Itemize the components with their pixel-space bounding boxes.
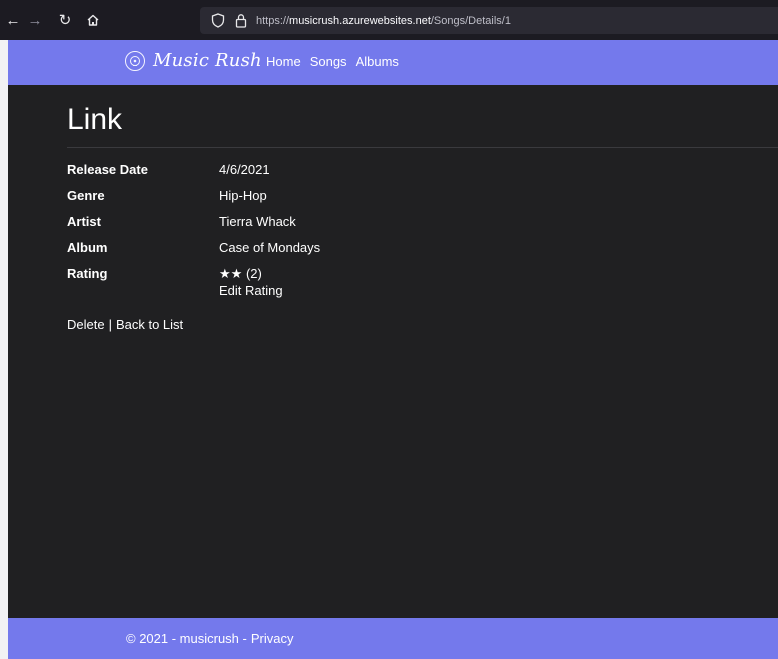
artist-value: Tierra Whack (219, 214, 296, 229)
copyright-text: © 2021 - musicrush - (126, 631, 247, 646)
url-path: /Songs/Details/1 (430, 14, 511, 27)
footer-text: © 2021 - musicrush - Privacy (126, 631, 293, 646)
detail-row-album: Album Case of Mondays (67, 239, 320, 265)
detail-row-rating: Rating ★★ (2) Edit Rating (67, 265, 320, 298)
artist-label: Artist (67, 214, 101, 229)
home-icon[interactable] (82, 9, 104, 31)
page-actions: Delete | Back to List (67, 317, 183, 332)
lock-icon[interactable] (234, 13, 248, 29)
genre-value: Hip-Hop (219, 188, 267, 203)
back-to-list-link[interactable]: Back to List (116, 317, 183, 332)
address-bar[interactable]: https://musicrush.azurewebsites.net/Song… (200, 7, 778, 34)
nav-link-songs[interactable]: Songs (310, 54, 347, 69)
rating-stars: ★★ (219, 266, 243, 281)
release-date-label: Release Date (67, 162, 148, 177)
action-separator: | (108, 317, 112, 332)
nav-links: Home Songs Albums (266, 54, 408, 69)
delete-link[interactable]: Delete (67, 317, 105, 332)
release-date-value: 4/6/2021 (219, 162, 270, 177)
detail-row-artist: Artist Tierra Whack (67, 213, 320, 239)
album-label: Album (67, 240, 108, 255)
browser-toolbar: ← → ↻ https://musicrush.azurewebsites.ne… (0, 0, 778, 40)
page-title: Link (67, 103, 123, 136)
album-value: Case of Mondays (219, 240, 321, 255)
song-details: Release Date 4/6/2021 Genre Hip-Hop Arti… (67, 161, 320, 298)
edit-rating-link[interactable]: Edit Rating (219, 282, 283, 299)
url-text[interactable]: https://musicrush.azurewebsites.net/Song… (256, 15, 511, 27)
vinyl-record-icon (125, 50, 145, 71)
shield-icon[interactable] (210, 13, 226, 29)
brand-name: Music Rush (153, 50, 262, 71)
reload-icon[interactable]: ↻ (54, 9, 76, 31)
url-host: musicrush.azurewebsites.net (289, 14, 431, 27)
site-footer: © 2021 - musicrush - Privacy (8, 618, 778, 659)
site-navbar: Music Rush Home Songs Albums (8, 40, 778, 85)
genre-label: Genre (67, 188, 105, 203)
rating-label: Rating (67, 266, 108, 281)
rating-value: ★★ (2) Edit Rating (219, 265, 283, 298)
privacy-link[interactable]: Privacy (251, 631, 294, 646)
nav-link-albums[interactable]: Albums (356, 54, 399, 69)
detail-row-release-date: Release Date 4/6/2021 (67, 161, 320, 187)
rating-display: ★★ (2) (219, 265, 283, 282)
nav-link-home[interactable]: Home (266, 54, 301, 69)
brand-link[interactable]: Music Rush (125, 50, 262, 71)
main-content: Link Release Date 4/6/2021 Genre Hip-Hop… (8, 85, 778, 618)
divider (67, 147, 778, 148)
forward-arrow-icon[interactable]: → (24, 9, 46, 31)
back-arrow-icon[interactable]: ← (2, 9, 24, 31)
url-prefix: https:// (256, 14, 290, 27)
rating-count: (2) (245, 266, 262, 281)
detail-row-genre: Genre Hip-Hop (67, 187, 320, 213)
